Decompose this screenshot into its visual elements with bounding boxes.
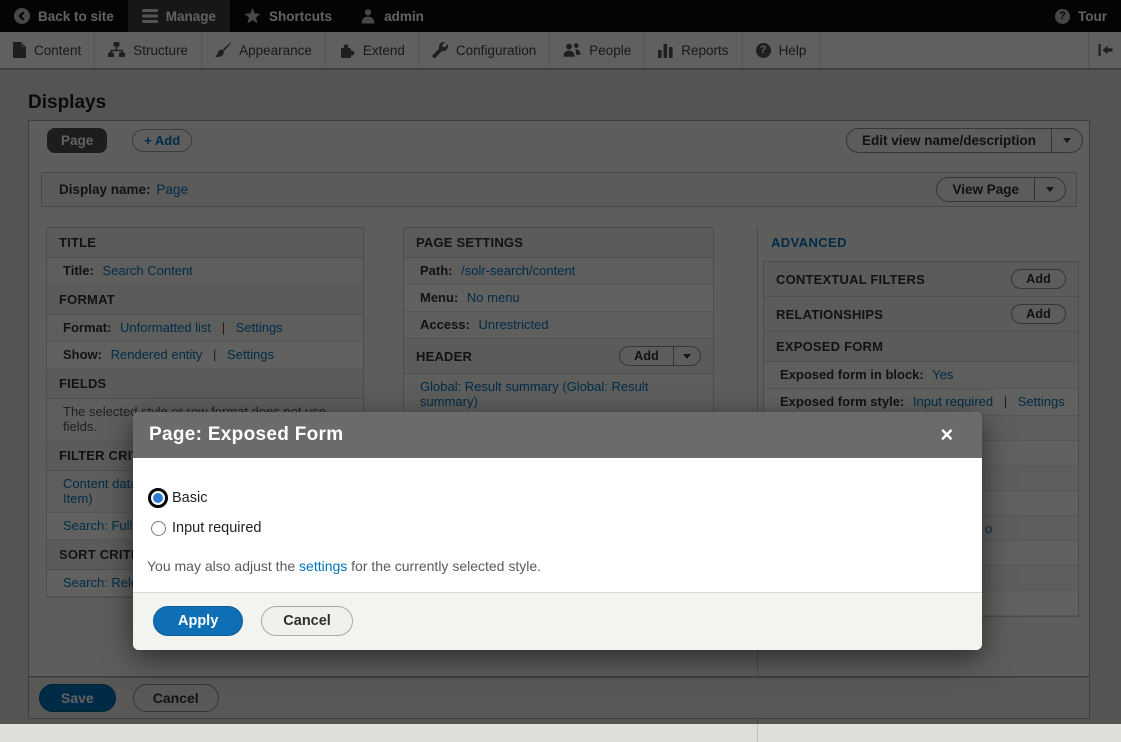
apply-button[interactable]: Apply (153, 606, 243, 636)
radio-option-input-required: Input required (147, 517, 968, 539)
note-text: You may also adjust the (147, 558, 299, 574)
radio-basic-label[interactable]: Basic (172, 490, 207, 506)
note-text: for the currently selected style. (347, 558, 541, 574)
radio-unselected-icon (151, 521, 166, 536)
dialog-body: Basic Input required You may also adjust… (133, 458, 982, 592)
dialog-note: You may also adjust the settings for the… (147, 558, 968, 592)
radio-input-required-label[interactable]: Input required (172, 520, 261, 536)
settings-link[interactable]: settings (299, 558, 347, 574)
radio-input-required[interactable] (147, 517, 169, 539)
dialog-titlebar: Page: Exposed Form × (133, 412, 982, 458)
radio-basic[interactable] (147, 487, 169, 509)
close-icon[interactable]: × (934, 424, 960, 446)
radio-selected-icon (148, 488, 168, 508)
dialog-buttonpane: Apply Cancel (133, 592, 982, 650)
exposed-form-dialog: Page: Exposed Form × Basic Input require… (133, 412, 982, 650)
dialog-title: Page: Exposed Form (149, 424, 343, 446)
radio-option-basic: Basic (147, 487, 968, 509)
dialog-cancel-button[interactable]: Cancel (261, 606, 353, 636)
